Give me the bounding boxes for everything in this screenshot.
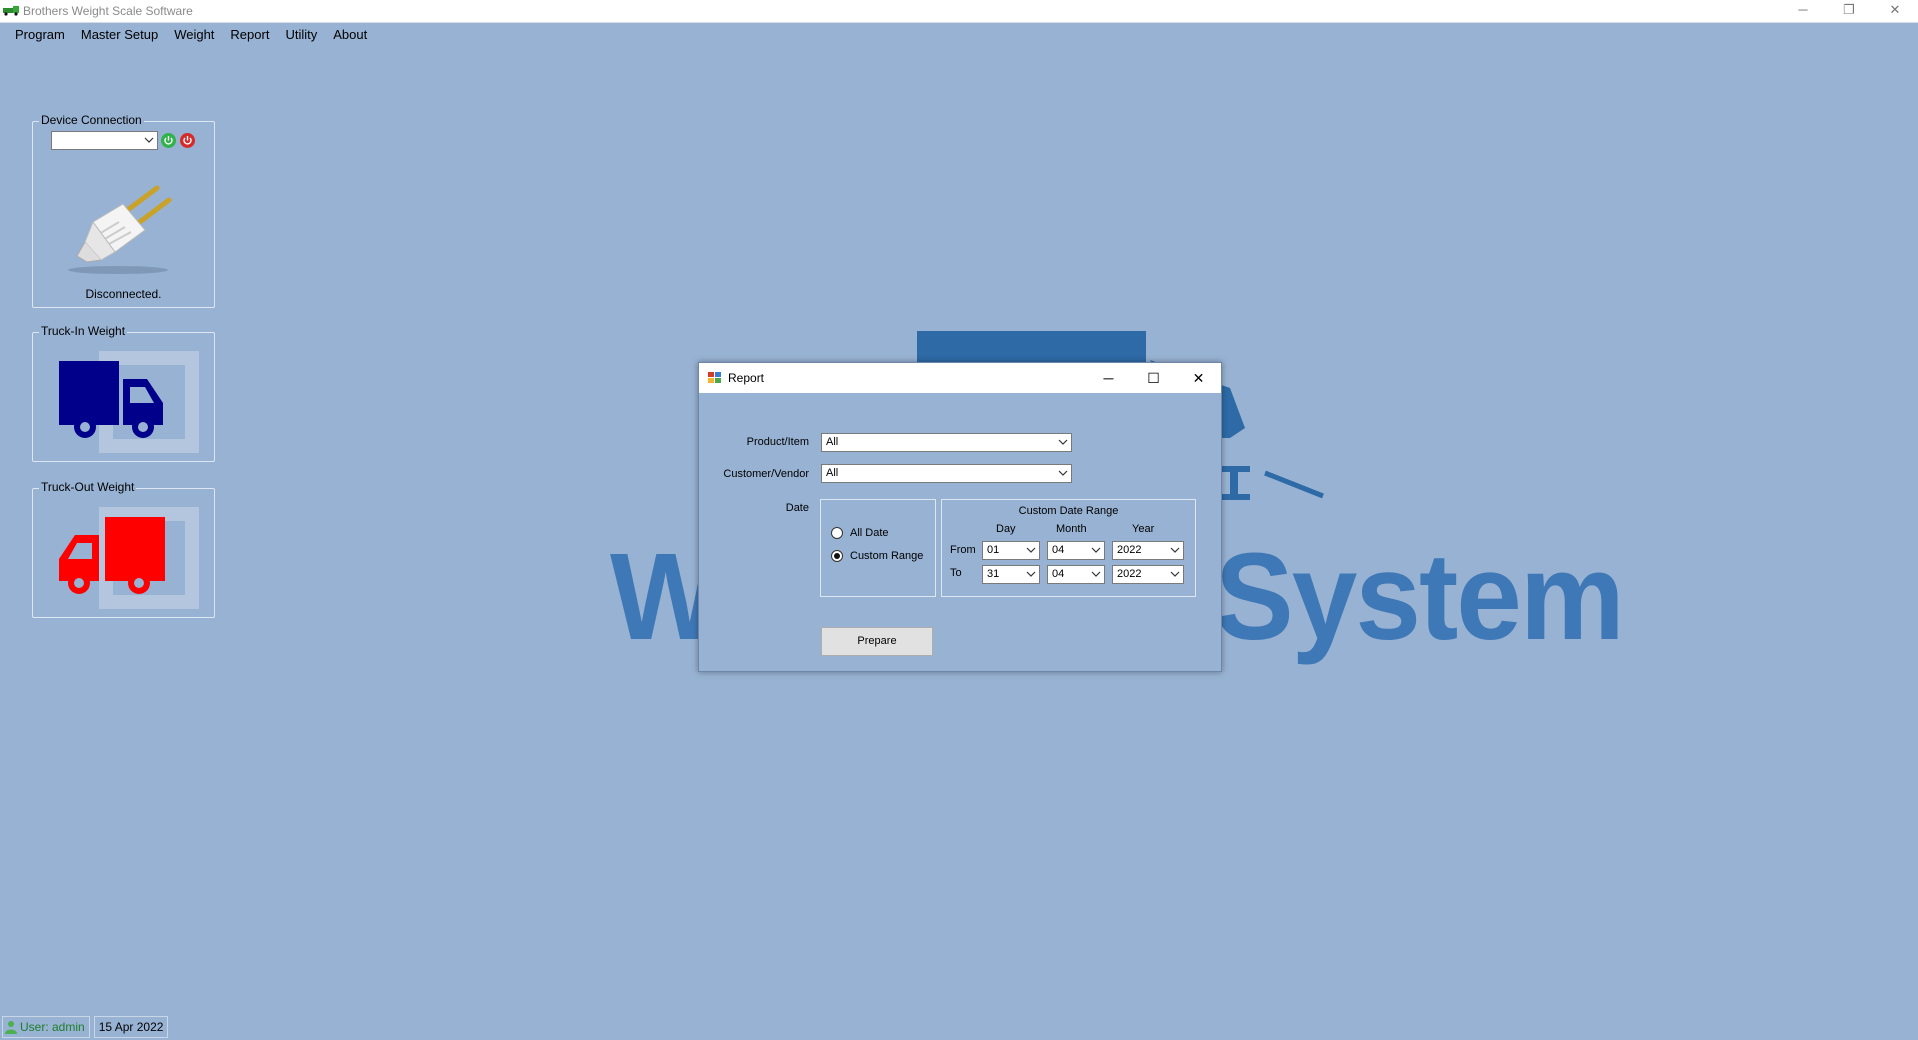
from-label: From — [950, 544, 976, 556]
device-connection-panel: Device Connection Disconnected. — [32, 113, 215, 308]
disconnect-power-button[interactable] — [180, 133, 195, 148]
custom-range-radio-label[interactable]: Custom Range — [850, 550, 923, 562]
status-date-text: 15 Apr 2022 — [98, 1020, 164, 1034]
date-mode-group: All Date Custom Range — [820, 499, 936, 597]
custom-range-radio[interactable] — [831, 550, 843, 562]
truck-out-weight-legend: Truck-Out Weight — [39, 480, 137, 494]
chevron-down-icon — [1026, 571, 1036, 577]
report-dialog: Report ─ ☐ ✕ Product/Item All Customer/V… — [698, 362, 1222, 672]
chevron-down-icon — [1170, 571, 1180, 577]
status-date: 15 Apr 2022 — [93, 1016, 169, 1038]
window-minimize-button[interactable]: ─ — [1780, 0, 1826, 22]
prepare-button[interactable]: Prepare — [821, 627, 933, 656]
truck-in-icon[interactable] — [59, 351, 199, 455]
truck-out-weight-panel[interactable]: Truck-Out Weight — [32, 480, 215, 618]
all-date-radio-label[interactable]: All Date — [850, 527, 889, 539]
truck-in-weight-panel[interactable]: Truck-In Weight — [32, 324, 215, 462]
from-year-select[interactable]: 2022 — [1112, 541, 1184, 560]
chevron-down-icon — [1058, 470, 1068, 476]
menu-utility[interactable]: Utility — [278, 23, 326, 47]
window-restore-button[interactable]: ❐ — [1826, 0, 1872, 22]
to-day-select[interactable]: 31 — [982, 565, 1040, 584]
product-item-select[interactable]: All — [821, 433, 1072, 452]
truck-in-weight-legend: Truck-In Weight — [39, 324, 128, 338]
from-month-select[interactable]: 04 — [1047, 541, 1105, 560]
connect-power-button[interactable] — [161, 133, 176, 148]
power-icon — [164, 136, 173, 145]
window-title: Brothers Weight Scale Software — [23, 4, 193, 18]
power-icon — [183, 136, 192, 145]
to-label: To — [950, 567, 962, 579]
dialog-minimize-button[interactable]: ─ — [1086, 363, 1131, 393]
chevron-down-icon — [1170, 547, 1180, 553]
menu-master-setup[interactable]: Master Setup — [74, 23, 167, 47]
all-date-radio[interactable] — [831, 527, 843, 539]
custom-date-range-title: Custom Date Range — [1018, 505, 1119, 517]
app-truck-icon — [3, 6, 19, 16]
background-logo-text-right: System — [1215, 527, 1625, 667]
to-month-select[interactable]: 04 — [1047, 565, 1105, 584]
day-header: Day — [996, 523, 1016, 535]
window-titlebar: Brothers Weight Scale Software ─ ❐ ✕ — [0, 0, 1918, 23]
menu-program[interactable]: Program — [8, 23, 74, 47]
product-item-label: Product/Item — [746, 436, 809, 448]
device-connection-legend: Device Connection — [39, 113, 144, 127]
menu-bar: Program Master Setup Weight Report Utili… — [0, 23, 376, 47]
report-dialog-titlebar: Report ─ ☐ ✕ — [699, 363, 1221, 393]
chevron-down-icon — [1091, 547, 1101, 553]
customer-vendor-label: Customer/Vendor — [723, 468, 809, 480]
status-bar: User: admin 15 Apr 2022 — [0, 1016, 169, 1038]
report-dialog-title: Report — [728, 371, 765, 385]
year-header: Year — [1132, 523, 1155, 535]
plug-icon — [68, 185, 172, 274]
device-status-text: Disconnected. — [85, 287, 162, 301]
menu-weight[interactable]: Weight — [167, 23, 223, 47]
custom-date-range-group: Custom Date Range Day Month Year From 01… — [941, 499, 1196, 597]
chevron-down-icon — [1058, 439, 1068, 445]
chevron-down-icon — [144, 137, 154, 143]
report-window-icon — [708, 372, 721, 383]
chevron-down-icon — [1026, 547, 1036, 553]
truck-out-icon[interactable] — [59, 507, 199, 611]
menu-report[interactable]: Report — [223, 23, 278, 47]
status-user-text: User: admin — [20, 1020, 85, 1034]
status-user: User: admin — [2, 1016, 90, 1038]
date-label: Date — [785, 502, 809, 514]
dialog-maximize-button[interactable]: ☐ — [1131, 363, 1176, 393]
to-year-select[interactable]: 2022 — [1112, 565, 1184, 584]
window-close-button[interactable]: ✕ — [1872, 0, 1918, 22]
user-icon — [5, 1021, 17, 1034]
customer-vendor-select[interactable]: All — [821, 464, 1072, 483]
dialog-close-button[interactable]: ✕ — [1176, 363, 1221, 393]
from-day-select[interactable]: 01 — [982, 541, 1040, 560]
menu-about[interactable]: About — [326, 23, 376, 47]
month-header: Month — [1056, 523, 1087, 535]
chevron-down-icon — [1091, 571, 1101, 577]
device-port-select[interactable] — [51, 131, 158, 150]
